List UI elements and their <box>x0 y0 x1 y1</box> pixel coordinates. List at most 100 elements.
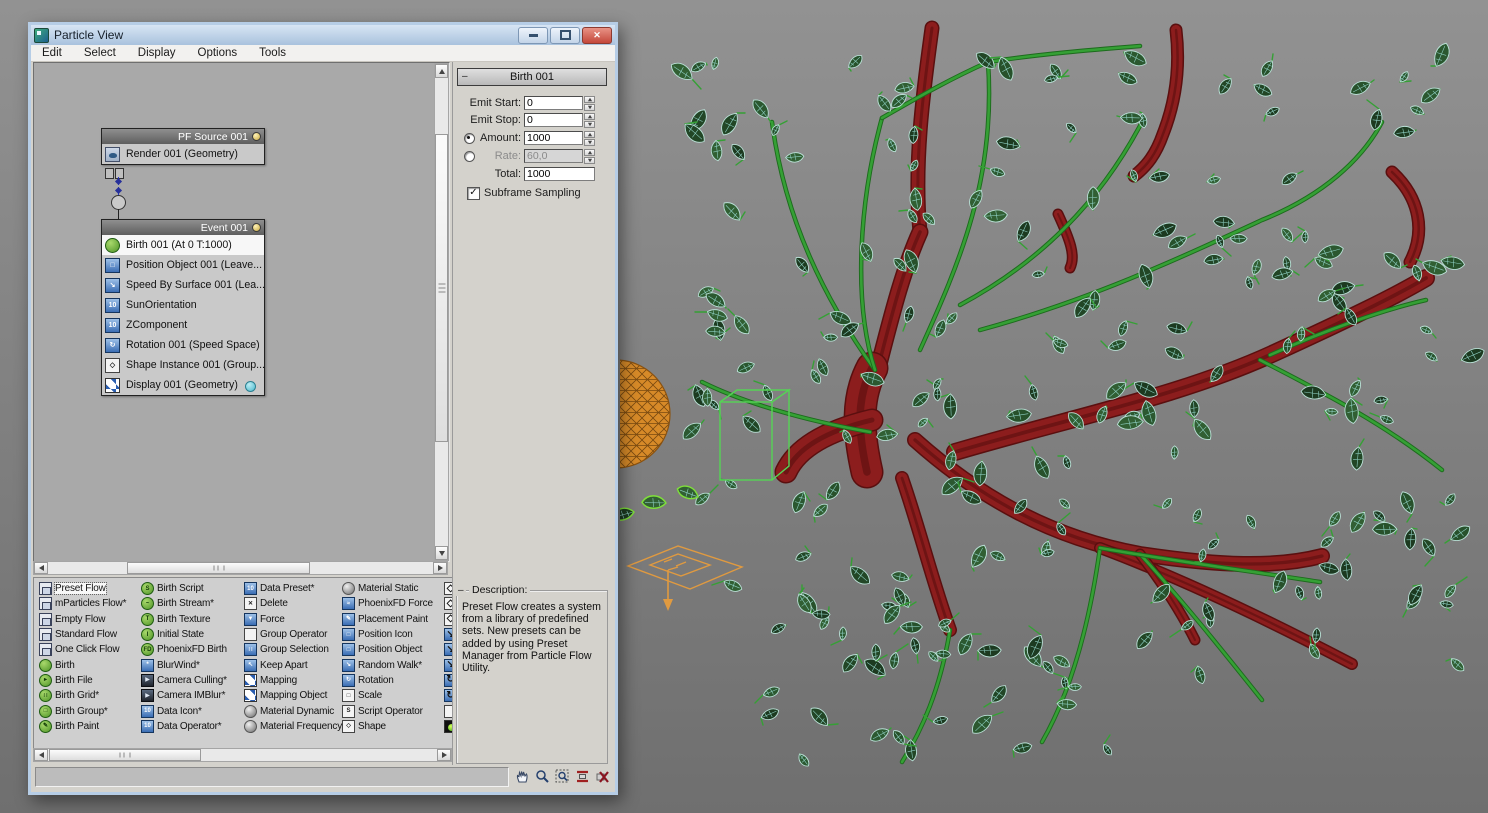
depot-item[interactable]: ✕ Delete <box>243 596 344 611</box>
amount-spinner[interactable] <box>584 131 595 146</box>
depot-item[interactable]: ∷ Group Selection <box>243 642 344 657</box>
depot-hscrollbar[interactable] <box>33 748 452 762</box>
depot-item[interactable]: 10 Data Icon* <box>140 703 241 718</box>
no-zoom-tool-icon[interactable] <box>593 767 611 786</box>
depot-item[interactable]: ▸ Birth File <box>38 673 139 688</box>
event-node[interactable]: Event 001 Birth 001 (At 0 T:1000) □ Posi… <box>101 219 265 396</box>
node-operator-row[interactable]: Render 001 (Geometry) <box>102 144 264 164</box>
pf-source-icon[interactable] <box>626 545 744 611</box>
canvas-vscrollbar[interactable] <box>434 63 449 561</box>
scroll-left-arrow[interactable] <box>34 749 48 761</box>
depot-item[interactable]: T Birth Texture <box>140 612 241 627</box>
depot-item[interactable]: ~ Birth Stream* <box>140 596 241 611</box>
node-operator-row[interactable]: 10 SunOrientation <box>102 295 264 315</box>
amount-field[interactable] <box>524 131 583 145</box>
depot-item[interactable]: Birth <box>38 657 139 672</box>
collapse-icon[interactable]: – <box>462 71 468 82</box>
rate-radio[interactable] <box>464 150 475 162</box>
event-display-canvas[interactable]: PF Source 001 Render 001 (Geometry) Even… <box>33 62 450 562</box>
depot-item[interactable]: ✎ Birth Paint <box>38 719 139 734</box>
pf-source-node[interactable]: PF Source 001 Render 001 (Geometry) <box>101 128 265 165</box>
depot-item[interactable]: 10 Data Preset* <box>243 581 344 596</box>
depot-item[interactable]: Mapping Object <box>243 688 344 703</box>
depot-item[interactable]: Preset Flow <box>38 581 139 596</box>
pan-tool-icon[interactable] <box>513 767 531 786</box>
depot-item[interactable]: ▼ Force <box>243 612 344 627</box>
minimize-button[interactable] <box>518 26 548 44</box>
depot-item[interactable]: Material Dynamic <box>243 703 344 718</box>
depot-item[interactable]: □ Position Icon <box>341 627 442 642</box>
menu-item[interactable]: Options <box>187 45 249 61</box>
depot-item[interactable]: □ Birth Group* <box>38 703 139 718</box>
depot-item[interactable]: S Birth Script <box>140 581 241 596</box>
scroll-right-arrow[interactable] <box>433 562 447 574</box>
depot-item[interactable]: 10 Data Operator* <box>140 719 241 734</box>
pf-source-node-title[interactable]: PF Source 001 <box>102 129 264 144</box>
hscroll-thumb[interactable] <box>49 749 201 761</box>
depot-item[interactable]: ▶ Camera Culling* <box>140 673 241 688</box>
event-input-connector[interactable] <box>111 195 126 210</box>
menu-item[interactable]: Tools <box>248 45 297 61</box>
emit-stop-field[interactable] <box>524 113 583 127</box>
orange-sphere[interactable] <box>620 359 671 469</box>
depot-item[interactable]: Group Operator <box>243 627 344 642</box>
hscroll-thumb[interactable] <box>127 562 310 574</box>
emit-start-field[interactable] <box>524 96 583 110</box>
scroll-up-arrow[interactable] <box>435 64 448 78</box>
zoom-extents-tool-icon[interactable] <box>573 767 591 786</box>
amount-radio[interactable] <box>464 132 475 144</box>
enable-bulb-icon[interactable] <box>252 223 261 232</box>
depot-item[interactable]: I Initial State <box>140 627 241 642</box>
depot-item[interactable]: mParticles Flow* <box>38 596 139 611</box>
total-field[interactable] <box>524 167 595 181</box>
depot-item[interactable]: □ Position Object <box>341 642 442 657</box>
source-output-connector[interactable] <box>115 168 124 179</box>
scroll-right-arrow[interactable] <box>437 749 451 761</box>
node-operator-row[interactable]: Birth 001 (At 0 T:1000) <box>102 235 264 255</box>
depot-item[interactable]: FD PhoenixFD Birth <box>140 642 241 657</box>
depot-item[interactable]: ↖ Keep Apart <box>243 657 344 672</box>
birth-rollout-header[interactable]: – Birth 001 <box>457 68 607 86</box>
node-operator-row[interactable]: 10 ZComponent <box>102 315 264 335</box>
emit-start-spinner[interactable] <box>584 96 595 111</box>
depot-item[interactable]: * BlurWind* <box>140 657 241 672</box>
canvas-hscrollbar[interactable] <box>33 561 448 575</box>
scroll-down-arrow[interactable] <box>435 546 448 560</box>
depot-item[interactable]: ≈ PhoenixFD Force <box>341 596 442 611</box>
display-color-dot[interactable] <box>245 381 256 392</box>
emit-stop-spinner[interactable] <box>584 113 595 128</box>
node-operator-row[interactable]: ↻ Rotation 001 (Speed Space) <box>102 335 264 355</box>
scroll-left-arrow[interactable] <box>34 562 48 574</box>
depot-item[interactable]: ↻ Rotation <box>341 673 442 688</box>
depot-item[interactable]: Material Frequency <box>243 719 344 734</box>
source-output-connector[interactable] <box>105 168 114 179</box>
depot-item[interactable]: Mapping <box>243 673 344 688</box>
menu-item[interactable]: Edit <box>31 45 73 61</box>
collapse-icon[interactable]: – <box>456 585 466 596</box>
menu-item[interactable]: Select <box>73 45 127 61</box>
title-bar[interactable]: Particle View ✕ <box>31 25 615 45</box>
node-operator-row[interactable]: ↘ Speed By Surface 001 (Lea... <box>102 275 265 295</box>
depot-item[interactable]: Empty Flow <box>38 612 139 627</box>
enable-bulb-icon[interactable] <box>252 132 261 141</box>
depot-item[interactable]: One Click Flow <box>38 642 139 657</box>
leaf-shapes[interactable] <box>620 483 700 522</box>
depot-item[interactable]: Material Static <box>341 581 442 596</box>
vscroll-thumb[interactable] <box>435 134 448 442</box>
menu-item[interactable]: Display <box>127 45 187 61</box>
node-operator-row[interactable]: ◇ Shape Instance 001 (Group... <box>102 355 265 375</box>
maximize-button[interactable] <box>550 26 580 44</box>
rate-spinner[interactable] <box>584 149 595 164</box>
depot-item[interactable]: ∷ Birth Grid* <box>38 688 139 703</box>
node-operator-row[interactable]: Display 001 (Geometry) <box>102 375 264 395</box>
subframe-checkbox[interactable]: ✓ <box>467 186 480 200</box>
node-operator-row[interactable]: □ Position Object 001 (Leave... <box>102 255 264 275</box>
region-zoom-tool-icon[interactable] <box>553 767 571 786</box>
depot-item[interactable]: ▶ Camera IMBlur* <box>140 688 241 703</box>
depot-item[interactable]: S Script Operator <box>341 703 442 718</box>
depot-item[interactable]: ◇ Shape <box>341 719 442 734</box>
zoom-tool-icon[interactable] <box>533 767 551 786</box>
depot-item[interactable]: ✎ Placement Paint <box>341 612 442 627</box>
depot-item[interactable]: □ Scale <box>341 688 442 703</box>
depot-item[interactable]: Standard Flow <box>38 627 139 642</box>
